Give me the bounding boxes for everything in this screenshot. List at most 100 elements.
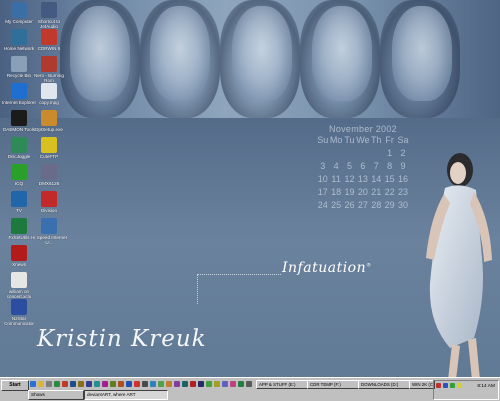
app-quicklaunch-icon[interactable] [190,381,196,387]
app-quicklaunch-icon[interactable] [182,381,188,387]
taskbar-folder-app-stuff[interactable]: APP & STUFF (E:) [256,380,308,389]
app-quicklaunch-icon[interactable] [62,381,68,387]
desktop-icon-label: Hi Speed Internet U... [31,235,67,246]
app-quicklaunch-icon[interactable] [118,381,124,387]
calendar-day: 5 [346,161,352,171]
calendar-day: 11 [331,174,341,184]
volume-icon[interactable] [457,383,462,388]
app-quicklaunch-icon[interactable] [142,381,148,387]
taskbar-task-deviantart[interactable]: deviantART, where ART [84,390,168,400]
desktop-icon-label: william on concert.xclu [6,289,32,300]
desktop-icon[interactable]: N2Star Communicator [0,299,38,326]
desktop-icon[interactable]: Shortcut to JetAudio [30,2,68,29]
app-quicklaunch-icon[interactable] [94,381,100,387]
app-quicklaunch-icon[interactable] [174,381,180,387]
calendar-day: 25 [331,200,342,210]
app-quicklaunch-icon[interactable] [110,381,116,387]
face-image [150,6,210,101]
tray-icon[interactable] [450,383,455,388]
ie-quicklaunch-icon[interactable] [30,381,36,387]
calendar-day: 17 [317,187,328,197]
media-file-icon [11,272,27,288]
desktop-icon-label: Division [40,208,58,213]
app-quicklaunch-icon[interactable] [70,381,76,387]
decorative-dotted-line [197,274,198,304]
computer-icon [11,2,27,18]
desktop-icon-label: CuteFTP [39,154,59,159]
taskbar-folder-downloads[interactable]: DOWNLOADS (D:) [358,380,410,389]
tv-icon [11,191,27,207]
desktop-icon[interactable]: DptSetup.exe [30,110,68,132]
calendar-weekday: Th [371,135,382,145]
app-quicklaunch-icon[interactable] [198,381,204,387]
discjuggle-icon [11,137,27,153]
calendar-day: 10 [317,174,328,184]
app-quicklaunch-icon[interactable] [230,381,236,387]
calendar-day [370,147,383,160]
desktop-icon[interactable]: DMX6126 [30,164,68,186]
app-quicklaunch-icon[interactable] [246,381,252,387]
communicator-icon [11,299,27,315]
desktop-icon-label: copy.mpg [39,100,59,105]
calendar-weekday: We [356,135,370,145]
tray-icon[interactable] [443,383,448,388]
calendar-day [356,147,369,160]
desktop-icon-label: DMX6126 [38,181,60,186]
calendar-day: 13 [357,174,368,184]
calendar-day: 18 [331,187,342,197]
app-quicklaunch-icon[interactable] [126,381,132,387]
taskbar-task-shows[interactable]: Shows [28,390,84,400]
calendar-day: 7 [373,161,379,171]
calendar-weekday: Tu [344,135,355,145]
app-quicklaunch-icon[interactable] [166,381,172,387]
calendar-title: November 2002 [329,124,397,134]
nero-icon [41,56,57,72]
desktop-icon[interactable]: Xnews [0,245,38,267]
app-quicklaunch-icon[interactable] [206,381,212,387]
internet-icon [41,218,57,234]
jetaudio-icon [41,2,57,18]
desktop-icon[interactable]: william on concert.xclu [0,272,38,299]
tray-clock[interactable]: 8:14 AM [477,384,495,389]
desktop-icon[interactable]: copy.mpg [30,83,68,105]
dmx-icon [41,164,57,180]
calendar-day: 14 [371,174,382,184]
app-quicklaunch-icon[interactable] [134,381,140,387]
folder-quicklaunch-icon[interactable] [38,381,44,387]
tray-icon[interactable] [436,383,441,388]
app-quicklaunch-icon[interactable] [222,381,228,387]
wallpaper-name: Kristin Kreuk [37,326,207,352]
desktop-icon[interactable]: Nero - Burning Rom [30,56,68,83]
cuteftp-icon [41,137,57,153]
desktop-icon-label: DptSetup.exe [35,127,63,132]
desktop-icon[interactable]: Division [30,191,68,213]
desktop-quicklaunch-icon[interactable] [46,381,52,387]
calendar-day: 24 [317,200,328,210]
desktop-icon-label: Shortcut to JetAudio [37,19,61,30]
app-quicklaunch-icon[interactable] [238,381,244,387]
calendar-weekday: Mo [329,135,343,145]
app-quicklaunch-icon[interactable] [214,381,220,387]
desktop-icon-label: CDRWIN 5 [37,46,61,51]
taskbar-folder-cdr-temp[interactable]: CDR TEMP (F:) [307,380,359,389]
app-quicklaunch-icon[interactable] [150,381,156,387]
woman-figure-image [426,153,492,380]
desktop-icon[interactable]: Hi Speed Internet U... [30,218,68,245]
desktop-icon-label: N2Star Communicator [4,316,34,327]
calendar-day: 6 [360,161,366,171]
taskbar-folder-win2k[interactable]: WIN 2K (C:) [409,380,435,389]
face-image [392,6,452,101]
start-button[interactable]: Start [1,380,29,391]
calendar-weekday: Sa [397,135,409,145]
desktop-icon[interactable]: CDRWIN 5 [30,29,68,51]
taskbar: Start APP & STUFF (E:) CDR TEMP (F:) DOW… [0,377,500,401]
desktop-icon-label: Xnews [12,262,26,267]
calendar-day [343,147,356,160]
app-quicklaunch-icon[interactable] [158,381,164,387]
face-image [70,6,130,101]
app-quicklaunch-icon[interactable] [78,381,84,387]
app-quicklaunch-icon[interactable] [54,381,60,387]
app-quicklaunch-icon[interactable] [102,381,108,387]
app-quicklaunch-icon[interactable] [86,381,92,387]
desktop-icon[interactable]: CuteFTP [30,137,68,159]
